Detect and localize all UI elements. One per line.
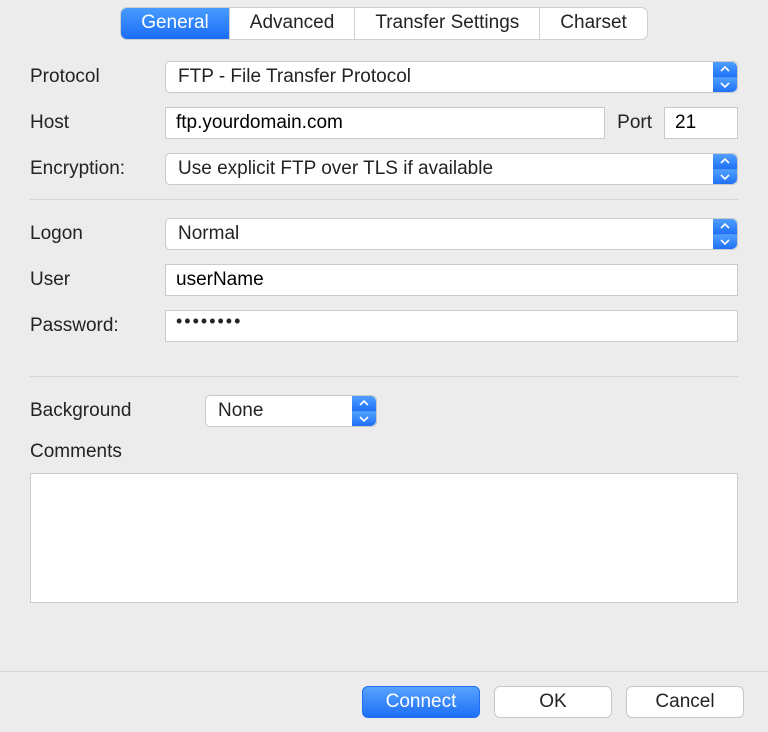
select-stepper-icon (352, 396, 376, 426)
tab-transfer-settings[interactable]: Transfer Settings (355, 8, 540, 39)
select-stepper-icon (713, 219, 737, 249)
row-background: Background None (30, 395, 738, 427)
host-input[interactable] (165, 107, 605, 139)
cancel-button[interactable]: Cancel (626, 686, 744, 718)
select-stepper-icon (713, 154, 737, 184)
label-port: Port (613, 112, 656, 134)
label-protocol: Protocol (30, 66, 165, 88)
button-bar: Connect OK Cancel (0, 671, 768, 732)
row-logon: Logon Normal (30, 218, 738, 250)
label-logon: Logon (30, 223, 165, 245)
label-comments: Comments (30, 441, 738, 463)
encryption-select-value: Use explicit FTP over TLS if available (178, 158, 493, 180)
row-user: User (30, 264, 738, 296)
row-protocol: Protocol FTP - File Transfer Protocol (30, 61, 738, 93)
protocol-select[interactable]: FTP - File Transfer Protocol (165, 61, 738, 93)
row-host: Host Port (30, 107, 738, 139)
label-user: User (30, 269, 165, 291)
ok-button[interactable]: OK (494, 686, 612, 718)
background-select[interactable]: None (205, 395, 377, 427)
tab-bar-inner: General Advanced Transfer Settings Chars… (121, 8, 647, 39)
select-stepper-icon (713, 62, 737, 92)
logon-select[interactable]: Normal (165, 218, 738, 250)
form-panel: Protocol FTP - File Transfer Protocol Ho… (0, 39, 768, 619)
row-encryption: Encryption: Use explicit FTP over TLS if… (30, 153, 738, 185)
background-select-value: None (218, 400, 263, 422)
divider (30, 376, 738, 377)
label-host: Host (30, 112, 165, 134)
label-password: Password: (30, 315, 165, 337)
encryption-select[interactable]: Use explicit FTP over TLS if available (165, 153, 738, 185)
connect-button[interactable]: Connect (362, 686, 480, 718)
port-input[interactable] (664, 107, 738, 139)
comments-textarea[interactable] (30, 473, 738, 603)
logon-select-value: Normal (178, 223, 239, 245)
tab-charset[interactable]: Charset (540, 8, 647, 39)
tab-general[interactable]: General (121, 8, 230, 39)
protocol-select-value: FTP - File Transfer Protocol (178, 66, 411, 88)
tab-advanced[interactable]: Advanced (230, 8, 356, 39)
divider (30, 199, 738, 200)
label-encryption: Encryption: (30, 158, 165, 180)
label-background: Background (30, 400, 205, 422)
password-input[interactable]: •••••••• (165, 310, 738, 342)
row-password: Password: •••••••• (30, 310, 738, 342)
user-input[interactable] (165, 264, 738, 296)
tab-bar: General Advanced Transfer Settings Chars… (0, 0, 768, 39)
